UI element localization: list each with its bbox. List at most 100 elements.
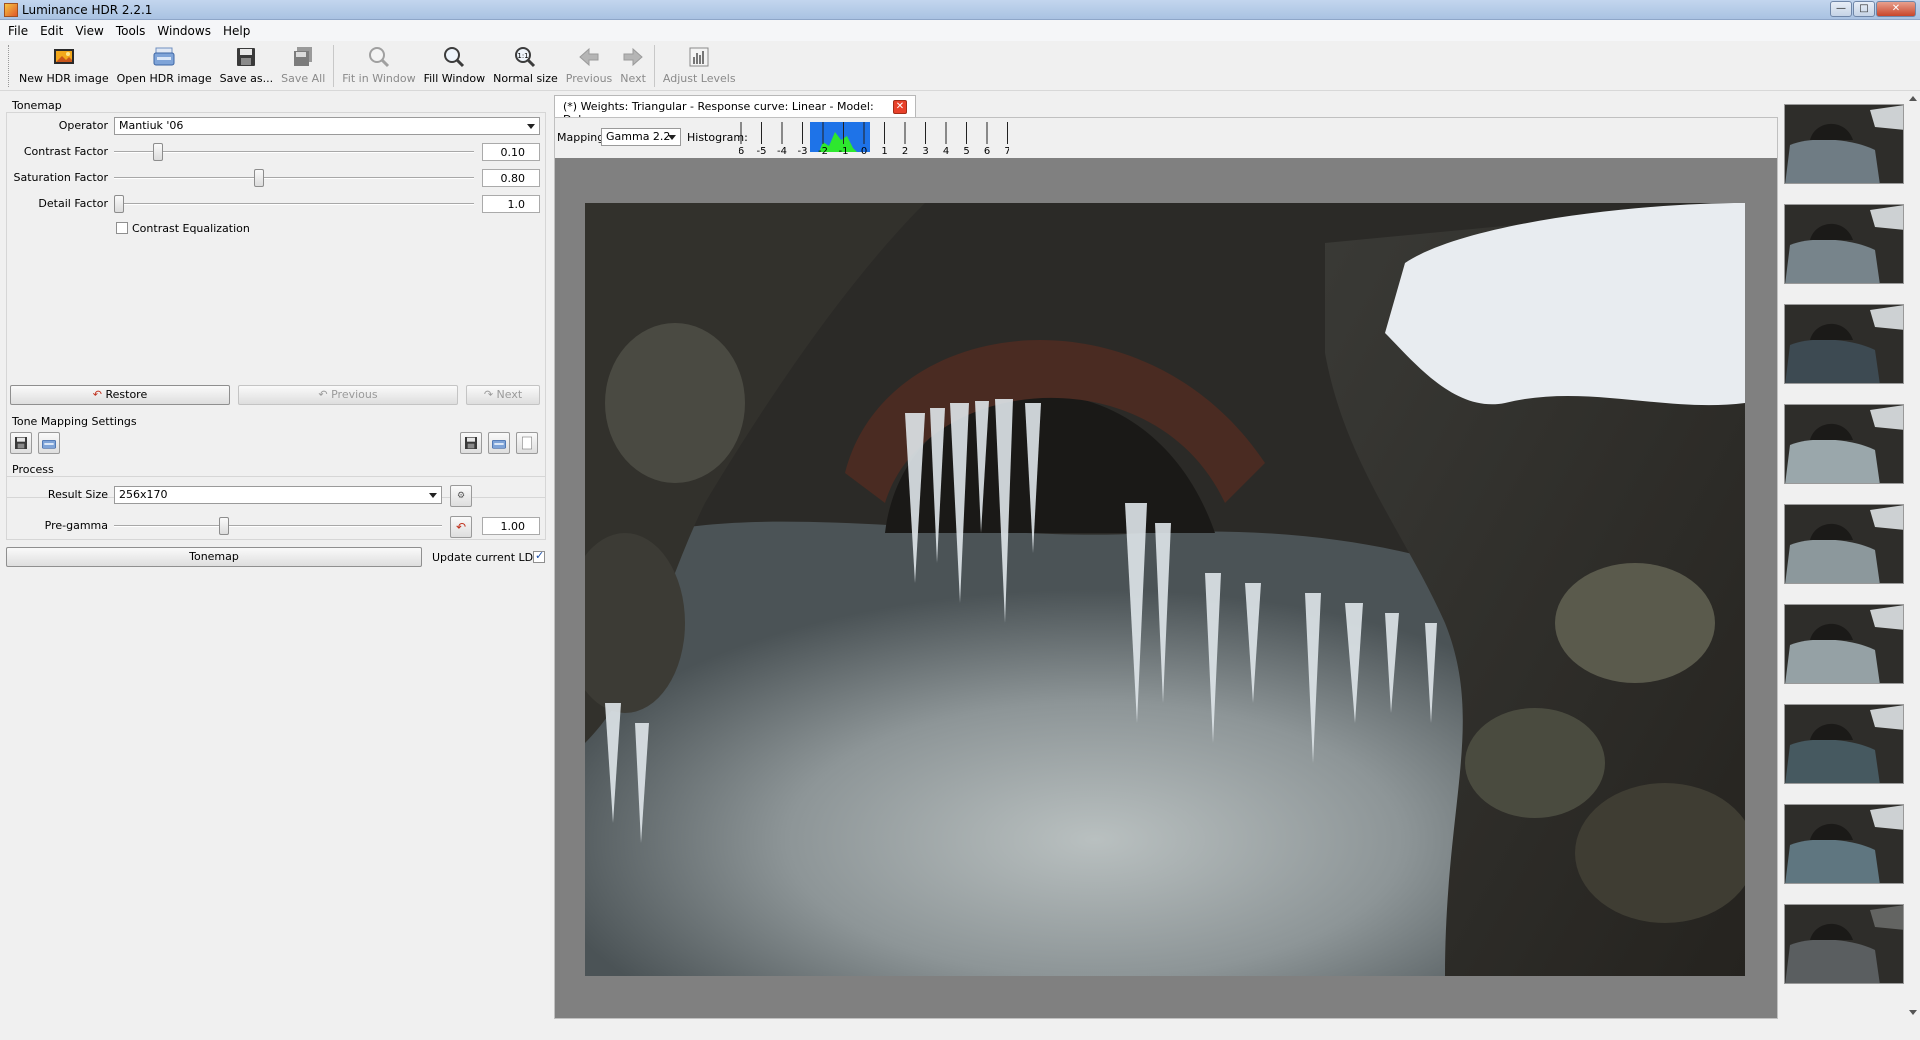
thumbnail-item[interactable] (1784, 804, 1904, 884)
thumbnail-item[interactable] (1784, 404, 1904, 484)
save-settings-file-button[interactable] (460, 432, 482, 454)
thumbnail-item[interactable] (1784, 904, 1904, 984)
operator-value: Mantiuk '06 (119, 119, 184, 132)
next-button[interactable]: Next (616, 41, 650, 89)
thumbnail-scrollbar[interactable] (1906, 92, 1920, 1019)
operator-select[interactable]: Mantiuk '06 (114, 117, 540, 135)
window-controls: — □ ✕ (1830, 1, 1916, 17)
thumbnail-item[interactable] (1784, 304, 1904, 384)
menu-help[interactable]: Help (219, 24, 258, 38)
close-window-button[interactable]: ✕ (1876, 1, 1916, 17)
histogram-tick-label: 7 (1004, 146, 1009, 156)
save-all-button[interactable]: Save All (277, 41, 329, 89)
tonemap-button[interactable]: Tonemap (6, 547, 422, 567)
restore-button[interactable]: ↶ Restore (10, 385, 230, 405)
contrast-equalization-checkbox[interactable] (116, 222, 128, 234)
floppy-disk-icon (15, 437, 27, 449)
result-size-info-button[interactable]: ⚙ (450, 485, 472, 507)
new-hdr-icon (53, 49, 74, 64)
histogram-tick-label: 6 (984, 146, 990, 156)
thumbnail-item[interactable] (1784, 204, 1904, 284)
thumbnail-item[interactable] (1784, 504, 1904, 584)
menu-windows[interactable]: Windows (153, 24, 219, 38)
saturation-factor-slider[interactable] (114, 177, 474, 179)
menu-file[interactable]: File (4, 24, 36, 38)
saturation-factor-handle[interactable] (254, 169, 264, 187)
histogram-tick-label: -3 (798, 146, 808, 156)
zoom-fit-icon (368, 47, 389, 68)
scroll-up-icon[interactable] (1909, 96, 1917, 101)
save-as-button[interactable]: Save as... (216, 41, 277, 89)
thumbnail-preview (1785, 305, 1903, 383)
new-hdr-button[interactable]: New HDR image (15, 41, 113, 89)
thumbnail-item[interactable] (1784, 104, 1904, 184)
contrast-equalization-label: Contrast Equalization (132, 222, 250, 235)
pre-gamma-reset-button[interactable]: ↶ (450, 516, 472, 538)
menu-view[interactable]: View (71, 24, 111, 38)
save-settings-button[interactable] (10, 432, 32, 454)
update-current-ldr-label: Update current LDR (432, 551, 541, 564)
thumbnail-item[interactable] (1784, 704, 1904, 784)
histogram-tick-label: 5 (963, 146, 969, 156)
contrast-factor-handle[interactable] (152, 143, 163, 161)
thumbnail-preview (1785, 205, 1903, 283)
contrast-factor-slider[interactable] (114, 151, 474, 153)
pre-gamma-slider[interactable] (114, 525, 442, 527)
load-settings-button[interactable] (38, 432, 60, 454)
thumbnail-preview (1785, 105, 1903, 183)
svg-text:1:1: 1:1 (518, 52, 529, 60)
detail-factor-handle[interactable] (114, 195, 124, 213)
histogram-tick-label: -2 (818, 146, 828, 156)
document-tab-bar: (*) Weights: Triangular - Response curve… (554, 95, 1778, 126)
normal-size-button[interactable]: 1:1 Normal size (489, 41, 562, 89)
fit-in-window-button[interactable]: Fit in Window (338, 41, 419, 89)
arrow-left-icon (579, 47, 599, 67)
minimize-button[interactable]: — (1830, 1, 1852, 17)
detail-factor-input[interactable]: 1.0 (482, 195, 540, 213)
update-current-ldr-checkbox[interactable] (533, 549, 545, 563)
open-settings-file-button[interactable] (488, 432, 510, 454)
title-bar: Luminance HDR 2.2.1 — □ ✕ (0, 0, 1920, 20)
scroll-down-icon[interactable] (1909, 1010, 1917, 1015)
thumbnail-item[interactable] (1784, 604, 1904, 684)
close-tab-icon[interactable]: ✕ (893, 100, 907, 114)
tonemap-button-label: Tonemap (189, 550, 239, 563)
previous-settings-button[interactable]: ↶ Previous (238, 385, 458, 405)
result-size-select[interactable]: 256x170 (114, 486, 442, 504)
mapping-bar: Mapping: Gamma 2.2 Histogram: 6 -5 -4 -3 -2-… (555, 118, 1777, 158)
open-settings-icon (42, 440, 56, 449)
mapping-select[interactable]: Gamma 2.2 (601, 128, 681, 146)
zoom-original-icon: 1:1 (515, 47, 536, 68)
adjust-levels-button[interactable]: Adjust Levels (659, 41, 740, 89)
floppy-disk-icon (237, 48, 256, 66)
open-hdr-button[interactable]: Open HDR image (113, 41, 216, 89)
saturation-factor-input[interactable]: 0.80 (482, 169, 540, 187)
app-icon (4, 3, 18, 17)
thumbnail-preview (1785, 805, 1903, 883)
histogram-tick-label: 4 (943, 146, 949, 156)
histogram-tick-label: 0 (861, 146, 867, 156)
previous-button[interactable]: Previous (562, 41, 617, 89)
pre-gamma-label: Pre-gamma (44, 519, 108, 532)
next-settings-button[interactable]: ↷ Next (466, 385, 540, 405)
toolbar-grip[interactable] (8, 45, 11, 87)
histogram-widget[interactable]: 6-5-4-3-2-1012345678 (739, 120, 1009, 156)
menu-edit[interactable]: Edit (36, 24, 71, 38)
chevron-down-icon (668, 135, 676, 140)
tab-hdr-document[interactable]: (*) Weights: Triangular - Response curve… (554, 95, 916, 126)
fill-window-button[interactable]: Fill Window (420, 41, 490, 89)
maximize-button[interactable]: □ (1853, 1, 1875, 17)
redo-icon: ↷ (483, 388, 494, 401)
pre-gamma-input[interactable]: 1.00 (482, 517, 540, 535)
detail-factor-slider[interactable] (114, 203, 474, 205)
image-canvas[interactable] (555, 158, 1777, 1018)
histogram-tick-label: -5 (757, 146, 767, 156)
pre-gamma-handle[interactable] (218, 517, 229, 535)
previous-settings-label: Previous (331, 388, 378, 401)
new-settings-button[interactable] (516, 432, 538, 454)
thumbnail-preview (1785, 905, 1903, 983)
contrast-factor-input[interactable]: 0.10 (482, 143, 540, 161)
thumbnail-preview (1785, 505, 1903, 583)
histogram-tick-label: 6 (739, 146, 744, 156)
menu-tools[interactable]: Tools (112, 24, 154, 38)
